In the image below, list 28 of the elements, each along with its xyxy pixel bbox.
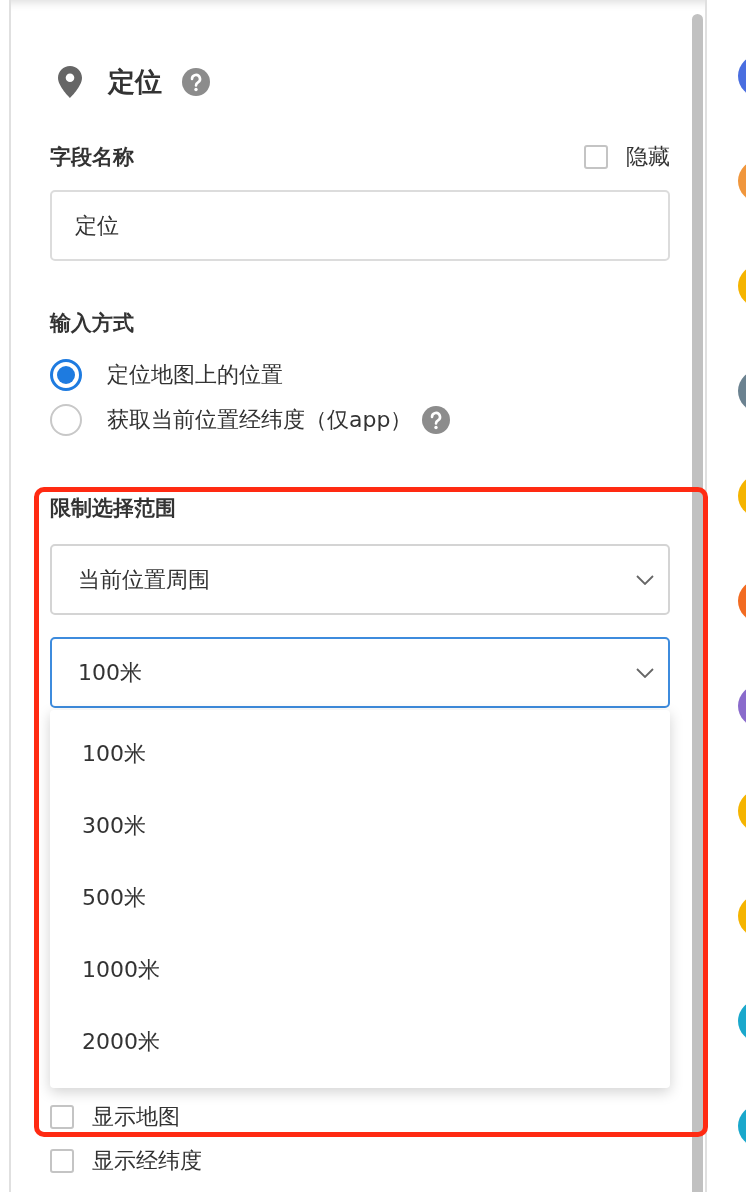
radio-label: 定位地图上的位置	[107, 361, 283, 389]
menu-item[interactable]: 2000米	[50, 1006, 670, 1078]
section-label: 输入方式	[50, 311, 134, 335]
chevron-down-icon	[636, 667, 654, 678]
section-label: 限制选择范围	[50, 496, 176, 520]
dropdown[interactable]: 100米	[50, 637, 670, 708]
radio-button[interactable]	[50, 404, 82, 436]
menu-item[interactable]: 300米	[50, 790, 670, 862]
radio-button[interactable]	[50, 359, 82, 391]
checkbox-label: 隐藏	[626, 143, 670, 171]
radio-label: 获取当前位置经纬度（仅app）	[107, 406, 413, 434]
checkbox[interactable]	[584, 145, 608, 169]
location-pin-icon	[58, 66, 82, 98]
chevron-down-icon	[636, 574, 654, 585]
help-icon[interactable]	[182, 68, 210, 96]
menu-item[interactable]: 1000米	[50, 934, 670, 1006]
input-field[interactable]: 定位	[50, 190, 670, 261]
checkbox[interactable]	[50, 1149, 74, 1173]
scrollbar[interactable]	[692, 14, 703, 1192]
dropdown[interactable]: 当前位置周围	[50, 544, 670, 615]
panel-title: 定位	[108, 65, 162, 99]
checkbox[interactable]	[50, 1105, 74, 1129]
checkbox-label: 显示地图	[92, 1103, 180, 1131]
checkbox-label: 显示经纬度	[92, 1147, 202, 1175]
menu-item[interactable]: 100米	[50, 718, 670, 790]
help-icon[interactable]	[422, 406, 451, 434]
field-label: 字段名称	[50, 144, 134, 171]
menu-item[interactable]: 500米	[50, 862, 670, 934]
